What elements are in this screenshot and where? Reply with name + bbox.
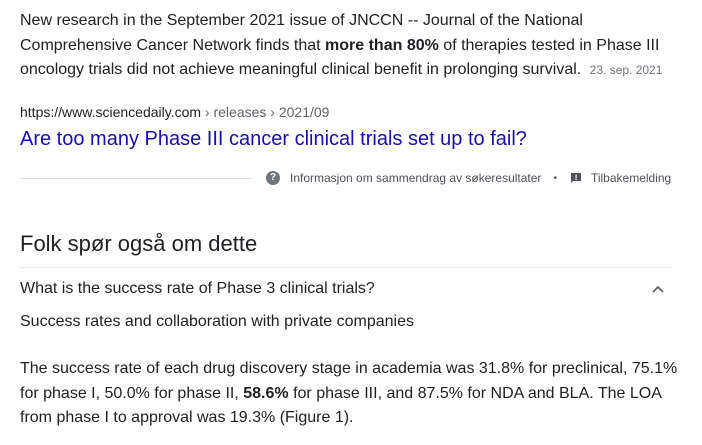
featured-snippet-text: New research in the September 2021 issue… — [20, 9, 680, 83]
separator-dot: • — [553, 172, 557, 184]
paa-question-text: What is the success rate of Phase 3 clin… — [20, 280, 375, 297]
people-also-ask-heading: Folk spør også om dette — [20, 231, 258, 256]
feedback-link[interactable]: Tilbakemelding — [591, 171, 671, 185]
about-featured-snippets-row: ? Informasjon om sammendrag av søkeresul… — [266, 169, 671, 187]
feedback-icon[interactable] — [570, 172, 582, 184]
question-circle-icon[interactable]: ? — [266, 171, 280, 185]
snippet-highlight: more than 80% — [325, 36, 439, 54]
answer-highlight: 58.6% — [243, 384, 289, 402]
result-breadcrumb[interactable]: https://www.sciencedaily.com › releases … — [20, 103, 329, 121]
paa-answer-heading: Success rates and collaboration with pri… — [20, 313, 414, 330]
chevron-up-icon[interactable] — [650, 281, 666, 297]
snippet-date: 23. sep. 2021 — [589, 63, 663, 77]
divider — [20, 178, 252, 179]
about-snippets-link[interactable]: Informasjon om sammendrag av søkeresulta… — [290, 171, 541, 185]
result-title-link[interactable]: Are too many Phase III cancer clinical t… — [20, 125, 527, 153]
result-domain: https://www.sciencedaily.com — [20, 104, 202, 120]
paa-question-row[interactable]: What is the success rate of Phase 3 clin… — [20, 268, 672, 308]
result-path: › releases › 2021/09 — [201, 104, 330, 120]
paa-answer-body: The success rate of each drug discovery … — [20, 357, 680, 431]
